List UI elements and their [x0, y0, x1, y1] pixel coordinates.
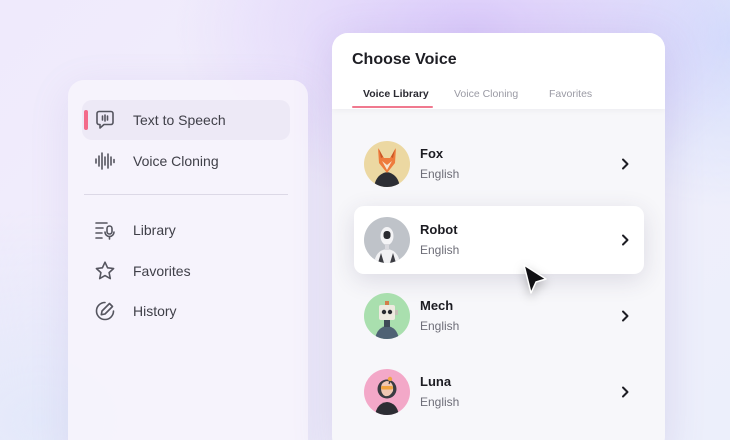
voice-item-fox[interactable]: Fox English	[354, 130, 644, 198]
sidebar-item-favorites[interactable]: Favorites	[82, 251, 290, 291]
waveform-icon	[94, 150, 116, 172]
panel-title: Choose Voice	[352, 51, 457, 68]
voice-language: English	[420, 243, 460, 257]
voice-language: English	[420, 319, 460, 333]
sidebar-item-text-to-speech[interactable]: Text to Speech	[82, 100, 290, 140]
chevron-right-icon	[622, 386, 629, 398]
edit-circle-icon	[94, 300, 116, 322]
voice-name: Mech	[420, 298, 454, 313]
library-mic-icon	[94, 219, 116, 241]
tab-voice-cloning[interactable]: Voice Cloning	[454, 88, 518, 100]
voice-item-robot[interactable]: Robot English	[354, 206, 644, 274]
chevron-right-icon	[622, 310, 629, 322]
active-tab-underline	[352, 106, 433, 108]
mech-avatar	[364, 293, 410, 339]
sidebar: Text to Speech Voice Cloning Library Fav…	[68, 80, 308, 440]
sidebar-item-voice-cloning[interactable]: Voice Cloning	[82, 141, 290, 181]
sidebar-item-library[interactable]: Library	[82, 210, 290, 250]
voice-item-luna[interactable]: Luna English	[354, 358, 644, 426]
luna-avatar	[364, 369, 410, 415]
chevron-right-icon	[622, 234, 629, 246]
chevron-right-icon	[622, 158, 629, 170]
chat-bubble-icon	[94, 109, 116, 131]
choose-voice-panel: Choose Voice Voice Library Voice Cloning…	[332, 33, 665, 440]
sidebar-item-label: History	[133, 303, 177, 319]
tab-voice-library[interactable]: Voice Library	[363, 88, 429, 100]
star-icon	[94, 260, 116, 282]
sidebar-item-label: Voice Cloning	[133, 153, 219, 169]
sidebar-item-history[interactable]: History	[82, 291, 290, 331]
fox-avatar	[364, 141, 410, 187]
voice-name: Robot	[420, 222, 458, 237]
voice-language: English	[420, 167, 460, 181]
sidebar-item-label: Text to Speech	[133, 112, 226, 128]
sidebar-item-label: Library	[133, 222, 176, 238]
voice-name: Fox	[420, 146, 444, 161]
sidebar-divider	[84, 194, 288, 195]
mouse-pointer-icon	[523, 264, 547, 294]
voice-language: English	[420, 395, 460, 409]
active-indicator	[84, 110, 88, 130]
panel-header: Choose Voice Voice Library Voice Cloning…	[332, 33, 665, 109]
tab-favorites[interactable]: Favorites	[549, 88, 592, 100]
sidebar-item-label: Favorites	[133, 263, 191, 279]
voice-item-mech[interactable]: Mech English	[354, 282, 644, 350]
voice-name: Luna	[420, 374, 452, 389]
robot-avatar	[364, 217, 410, 263]
